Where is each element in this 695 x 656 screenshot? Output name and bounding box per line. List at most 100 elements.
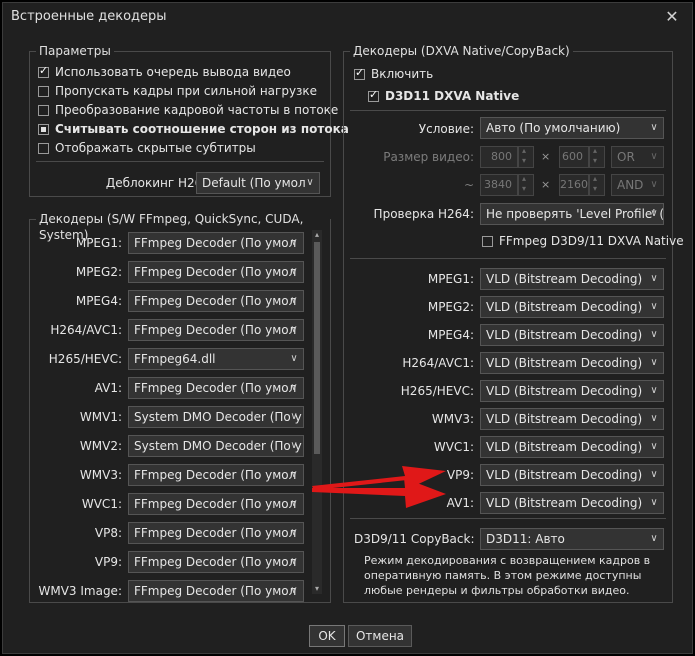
decoder-label: WVC1: (433, 440, 474, 454)
checkbox-d3d11-native[interactable]: D3D11 DXVA Native (368, 87, 519, 105)
select-value: FFmpeg Decoder (По умол (134, 265, 297, 279)
size-operator-select[interactable]: OR ∨ (611, 146, 664, 168)
window-title: Встроенные декодеры (11, 9, 167, 24)
decoder-select[interactable]: FFmpeg Decoder (По умол ∨ (128, 319, 304, 341)
chevron-down-icon: ∨ (290, 266, 298, 277)
checkbox-use-output-queue[interactable]: Использовать очередь вывода видео (38, 63, 291, 81)
decoder-select[interactable]: VLD (Bitstream Decoding) ∨ (480, 268, 664, 290)
video-width-input[interactable]: 800 (480, 146, 518, 168)
cancel-button[interactable]: Отмена (348, 625, 412, 647)
video-height-input[interactable]: 600 (559, 146, 589, 168)
checkbox-read-aspect-ratio[interactable]: Считывать соотношение сторон из потока (38, 120, 349, 138)
video-size-label: Размер видео: (383, 150, 474, 164)
checkbox-unchecked-icon[interactable] (38, 142, 49, 154)
select-value: VLD (Bitstream Decoding) (486, 384, 643, 398)
decoder-select[interactable]: FFmpeg Decoder (По умол ∨ (128, 232, 304, 254)
checkbox-framerate-conversion[interactable]: Преобразование кадровой частоты в потоке (38, 101, 338, 119)
checkbox-skip-frames[interactable]: Пропускать кадры при сильной нагрузке (38, 82, 317, 100)
times-symbol: × (541, 178, 551, 191)
params-legend: Параметры (36, 43, 114, 59)
copyback-select[interactable]: D3D11: Авто ∨ (480, 528, 664, 550)
select-value: FFmpeg Decoder (По умол (134, 381, 297, 395)
checkbox-checked-icon[interactable] (354, 66, 365, 80)
select-value: FFmpeg Decoder (По умол (134, 555, 297, 569)
decoder-select[interactable]: VLD (Bitstream Decoding) ∨ (480, 380, 664, 402)
decoder-label: H264/AVC1: (50, 323, 122, 337)
checkbox-label: Включить (371, 67, 434, 81)
select-value: VLD (Bitstream Decoding) (486, 468, 643, 482)
dxva-legend: Декодеры (DXVA Native/CopyBack) (350, 43, 573, 59)
width-spinner[interactable] (518, 146, 534, 168)
decoder-select[interactable]: FFmpeg Decoder (По умол ∨ (128, 493, 304, 515)
decoder-select[interactable]: VLD (Bitstream Decoding) ∨ (480, 352, 664, 374)
deblock-select[interactable]: Default (По умол ∨ (196, 172, 320, 194)
decoder-select[interactable]: System DMO Decoder (По у ∨ (128, 435, 304, 457)
sw-decoders-group: Декодеры (S/W FFmpeg, QuickSync, CUDA, S… (29, 211, 331, 603)
select-value: FFmpeg64.dll (134, 352, 216, 366)
decoder-select[interactable]: VLD (Bitstream Decoding) ∨ (480, 436, 664, 458)
decoder-select[interactable]: FFmpeg64.dll ∨ (128, 348, 304, 370)
decoder-label: VP8: (94, 526, 122, 540)
max-operator-select[interactable]: AND ∨ (611, 174, 664, 196)
select-value: VLD (Bitstream Decoding) (486, 300, 643, 314)
max-height-input[interactable]: 2160 (559, 174, 589, 196)
scrollbar[interactable]: ▴ ▾ (312, 230, 322, 594)
chevron-down-icon: ∨ (290, 527, 298, 538)
decoder-select[interactable]: VLD (Bitstream Decoding) ∨ (480, 296, 664, 318)
decoder-label: H264/AVC1: (402, 356, 474, 370)
checkbox-checked-icon[interactable] (368, 88, 379, 102)
decoder-label: AV1: (446, 496, 474, 510)
range-tilde: ~ (463, 178, 474, 192)
decoder-select[interactable]: VLD (Bitstream Decoding) ∨ (480, 324, 664, 346)
max-width-spinner[interactable] (518, 174, 534, 196)
scroll-up-icon[interactable]: ▴ (312, 230, 322, 240)
select-value: VLD (Bitstream Decoding) (486, 328, 643, 342)
h264-check-label: Проверка H264: (373, 207, 474, 221)
decoder-select[interactable]: VLD (Bitstream Decoding) ∨ (480, 408, 664, 430)
checkbox-enable-dxva[interactable]: Включить (354, 65, 433, 83)
decoder-select[interactable]: VLD (Bitstream Decoding) ∨ (480, 492, 664, 514)
decoder-label: MPEG2: (427, 300, 474, 314)
decoder-select[interactable]: VLD (Bitstream Decoding) ∨ (480, 464, 664, 486)
condition-label: Условие: (418, 122, 474, 136)
checkbox-label: Пропускать кадры при сильной нагрузке (55, 84, 318, 98)
scrollbar-thumb[interactable] (314, 242, 320, 454)
select-value: Авто (По умолчанию) (486, 121, 621, 135)
checkbox-checked-icon[interactable] (38, 64, 49, 78)
checkbox-indeterminate-icon[interactable] (38, 123, 49, 135)
decoder-label: H265/HEVC: (400, 384, 474, 398)
select-value: Не проверять 'Level Profile' ( (486, 207, 664, 221)
scroll-down-icon[interactable]: ▾ (312, 584, 322, 594)
chevron-down-icon: ∨ (650, 208, 658, 219)
checkbox-unchecked-icon[interactable] (38, 104, 49, 116)
condition-select[interactable]: Авто (По умолчанию) ∨ (480, 117, 664, 139)
max-width-input[interactable]: 3840 (480, 174, 518, 196)
checkbox-hidden-subtitles[interactable]: Отображать скрытые субтитры (38, 139, 256, 157)
ok-button[interactable]: OK (309, 625, 345, 647)
chevron-down-icon: ∨ (650, 441, 658, 452)
max-height-spinner[interactable] (589, 174, 605, 196)
height-spinner[interactable] (589, 146, 605, 168)
checkbox-label: Считывать соотношение сторон из потока (55, 122, 349, 136)
select-value: System DMO Decoder (По у (134, 410, 302, 424)
checkbox-ffmpeg-d3d[interactable]: FFmpeg D3D9/11 DXVA Native (482, 232, 684, 250)
decoder-label: MPEG2: (75, 265, 122, 279)
decoder-select[interactable]: FFmpeg Decoder (По умол ∨ (128, 580, 304, 602)
chevron-down-icon: ∨ (290, 469, 298, 480)
checkbox-unchecked-icon[interactable] (38, 85, 49, 97)
decoder-select[interactable]: FFmpeg Decoder (По умол ∨ (128, 551, 304, 573)
dialog-window: Встроенные декодеры ✕ Параметры Использо… (2, 2, 693, 654)
chevron-down-icon: ∨ (650, 301, 658, 312)
h264-check-select[interactable]: Не проверять 'Level Profile' ( ∨ (480, 203, 664, 225)
decoder-select[interactable]: FFmpeg Decoder (По умол ∨ (128, 290, 304, 312)
close-icon[interactable]: ✕ (660, 5, 684, 29)
chevron-down-icon: ∨ (650, 469, 658, 480)
decoder-select[interactable]: FFmpeg Decoder (По умол ∨ (128, 377, 304, 399)
checkbox-unchecked-icon[interactable] (482, 235, 493, 247)
decoder-select[interactable]: FFmpeg Decoder (По умол ∨ (128, 261, 304, 283)
chevron-down-icon: ∨ (650, 179, 658, 190)
decoder-select[interactable]: System DMO Decoder (По у ∨ (128, 406, 304, 428)
decoder-select[interactable]: FFmpeg Decoder (По умол ∨ (128, 522, 304, 544)
decoder-label: WMV2: (79, 439, 122, 453)
decoder-select[interactable]: FFmpeg Decoder (По умол ∨ (128, 464, 304, 486)
